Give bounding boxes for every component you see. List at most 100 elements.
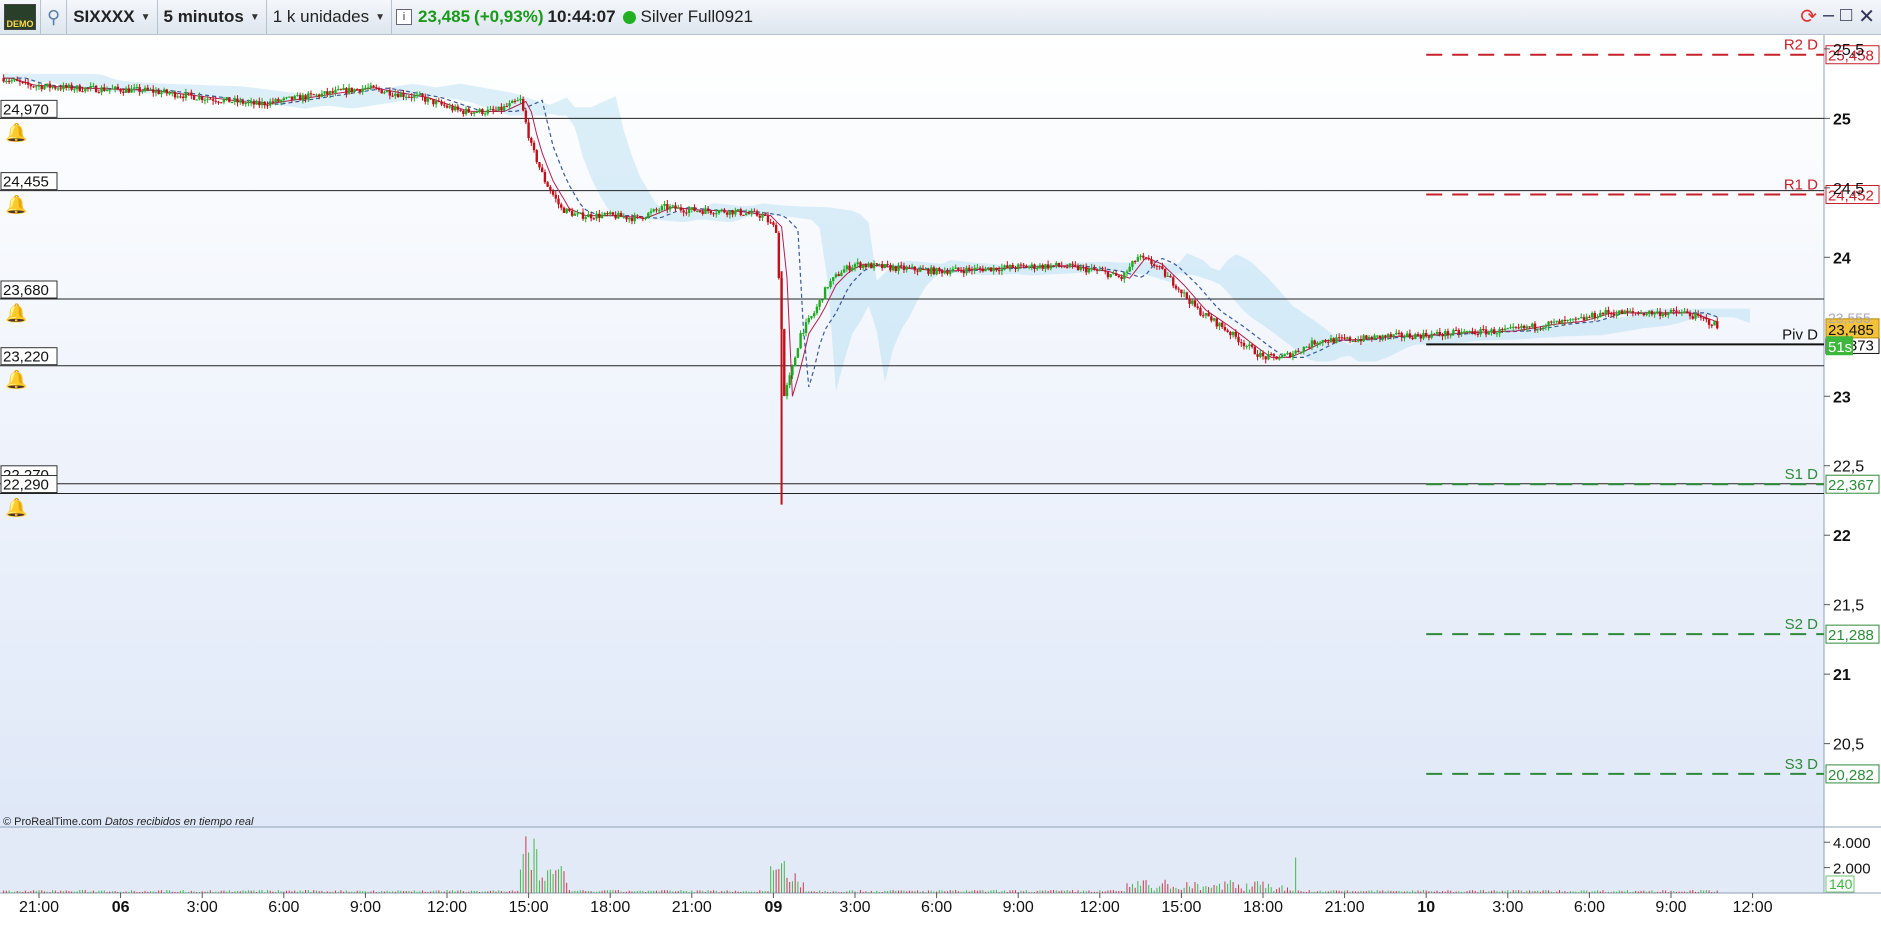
candle-body	[965, 267, 968, 274]
candle-body	[905, 267, 908, 270]
candle-body	[1503, 328, 1507, 330]
units-selector[interactable]: 1 k unidades ▼	[267, 0, 391, 34]
candle-body	[633, 215, 636, 222]
candle-body	[192, 95, 196, 100]
candle-body	[1093, 267, 1096, 270]
candle-body	[1454, 329, 1458, 331]
candle-body	[1444, 331, 1447, 337]
maximize-icon[interactable]: □	[1840, 4, 1852, 29]
minimize-icon[interactable]: –	[1823, 4, 1834, 29]
candle-body	[1095, 269, 1099, 271]
candle-body	[823, 287, 827, 300]
candle-body	[56, 88, 60, 90]
x-tick-label: 9:00	[1655, 899, 1686, 916]
candle-body	[1101, 269, 1104, 271]
candle-body	[1036, 268, 1039, 270]
candle-body	[938, 268, 941, 271]
candle-body	[932, 267, 936, 275]
candle-body	[383, 92, 386, 94]
pivot-name: R1 D	[1784, 177, 1818, 194]
candle-body	[1291, 353, 1295, 358]
candle-body	[902, 265, 906, 270]
candle-body	[233, 98, 237, 102]
alert-level-label: 23,680	[3, 282, 49, 299]
candle-body	[1612, 313, 1616, 316]
candle-body	[154, 90, 158, 93]
candle-body	[1011, 264, 1014, 268]
candle-body	[1411, 337, 1414, 340]
candle-body	[26, 82, 30, 85]
candle-body	[1580, 317, 1583, 319]
volume-current-label: 140	[1829, 876, 1853, 892]
candle-body	[1245, 346, 1248, 348]
symbol-selector[interactable]: SIXXXX ▼	[67, 0, 156, 34]
candle-body	[413, 95, 416, 98]
candle-body	[1313, 340, 1316, 345]
candle-body	[984, 268, 987, 272]
candle-body	[345, 88, 348, 94]
candle-body	[1212, 318, 1216, 321]
candle-body	[1561, 319, 1564, 324]
candle-body	[29, 84, 33, 87]
candle-body	[995, 267, 998, 271]
candle-body	[761, 214, 764, 218]
link-icon[interactable]: ⚲	[41, 0, 66, 34]
candle-body	[1669, 310, 1673, 313]
candle-body	[655, 209, 658, 211]
candle-body	[1008, 264, 1012, 268]
candle-body	[968, 267, 971, 270]
candle-body	[1631, 311, 1635, 313]
candle-body	[1201, 315, 1205, 317]
timeframe-selector[interactable]: 5 minutos ▼	[158, 0, 266, 34]
candle-body	[16, 79, 19, 81]
chart-area[interactable]: 24,970🔔24,455🔔23,680🔔23,220🔔22,27022,290…	[0, 35, 1881, 920]
candle-body	[285, 97, 288, 99]
candle-body	[317, 94, 321, 97]
candle-body	[864, 264, 868, 268]
candle-body	[1392, 334, 1395, 337]
candle-body	[1033, 264, 1036, 270]
candle-body	[1577, 318, 1580, 320]
candle-body	[35, 86, 38, 88]
candle-body	[467, 108, 470, 113]
candle-body	[766, 215, 770, 223]
candle-body	[1452, 329, 1455, 335]
candle-body	[619, 213, 623, 217]
candle-body	[258, 101, 261, 106]
x-tick-label: 06	[112, 899, 130, 916]
price-chart[interactable]: 24,970🔔24,455🔔23,680🔔23,220🔔22,27022,290…	[0, 35, 1881, 920]
candle-body	[1063, 266, 1066, 268]
candle-body	[1512, 326, 1515, 328]
candle-body	[1359, 339, 1363, 342]
candle-body	[943, 271, 946, 274]
candle-body	[48, 83, 52, 88]
candle-body	[919, 268, 922, 272]
x-tick-label: 3:00	[839, 899, 870, 916]
x-tick-label: 6:00	[1574, 899, 1605, 916]
info-icon[interactable]: i	[392, 0, 416, 34]
candle-body	[1615, 313, 1618, 316]
candle-body	[37, 85, 41, 87]
refresh-icon[interactable]: ⟳	[1800, 4, 1817, 29]
candle-body	[1645, 313, 1648, 316]
candle-body	[1275, 356, 1278, 360]
candle-body	[1514, 326, 1518, 328]
candle-body	[785, 385, 789, 397]
candle-body	[45, 83, 49, 87]
candle-body	[149, 89, 152, 91]
candle-body	[1120, 276, 1123, 280]
candle-body	[138, 87, 141, 93]
candle-body	[774, 224, 778, 233]
candle-body	[274, 98, 277, 103]
candle-body	[1582, 317, 1586, 320]
candle-body	[263, 101, 266, 106]
candle-body	[429, 98, 432, 100]
candle-body	[1653, 312, 1656, 315]
candle-body	[331, 91, 334, 93]
y-tick-label: 23	[1833, 389, 1851, 406]
candle-body	[5, 80, 8, 82]
alert-level-label: 24,970	[3, 101, 49, 118]
close-icon[interactable]: ✕	[1858, 4, 1875, 29]
candle-body	[758, 215, 761, 218]
candle-body	[584, 217, 587, 219]
